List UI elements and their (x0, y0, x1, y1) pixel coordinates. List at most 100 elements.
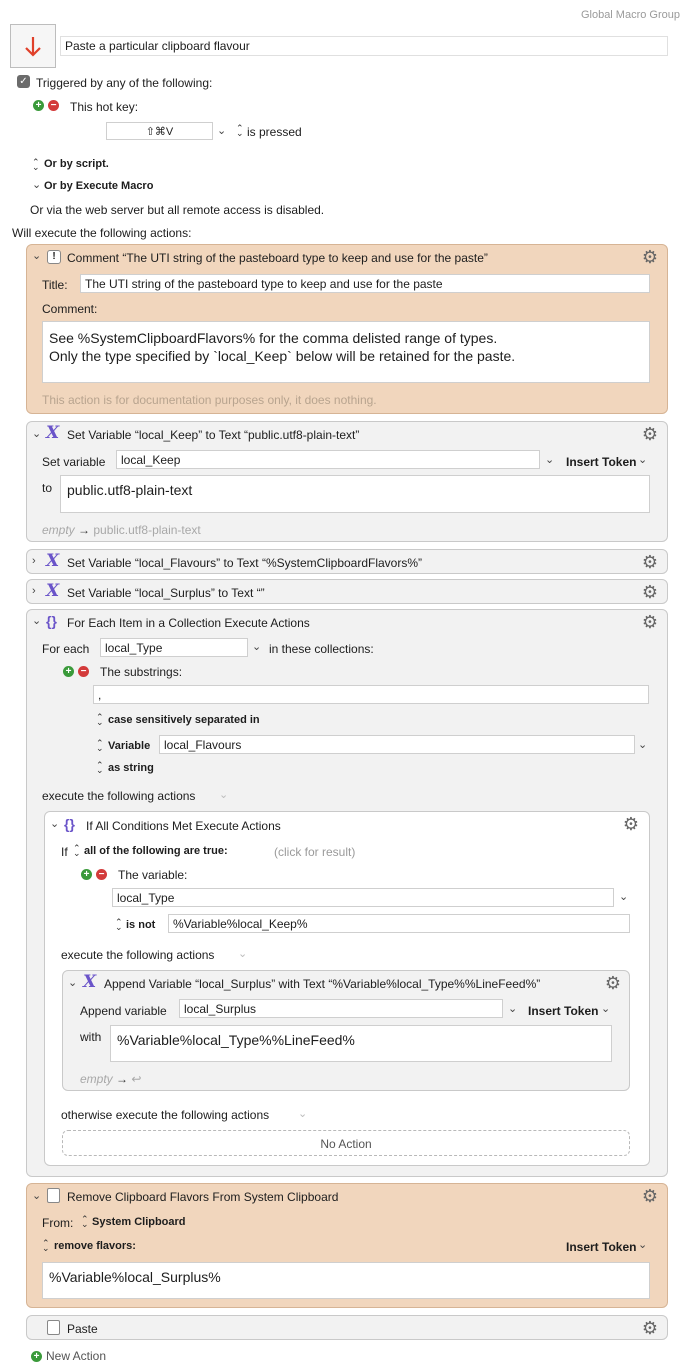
set-keep-gear-icon[interactable]: ⚙ (641, 425, 659, 443)
remove-from-value[interactable]: System Clipboard (92, 1216, 186, 1228)
comment-label: Comment: (42, 302, 98, 316)
condition-compare-field[interactable]: %Variable%local_Keep% (168, 914, 630, 933)
set-keep-to-label: to (42, 481, 53, 495)
macro-name-field[interactable]: Paste a particular clipboard flavour (60, 36, 668, 56)
hotkey-state-label[interactable]: is pressed (247, 125, 302, 139)
as-string-stepper-icon[interactable]: ⌃ ⌄ (96, 761, 104, 775)
if-gear-icon[interactable]: ⚙ (622, 815, 640, 833)
append-variable-field[interactable]: local_Surplus (179, 999, 503, 1018)
remove-collapse-chevron-icon[interactable]: ⌄ (32, 1189, 41, 1202)
as-string-label[interactable]: as string (108, 762, 154, 774)
append-gear-icon[interactable]: ⚙ (604, 974, 622, 992)
remove-gear-icon[interactable]: ⚙ (641, 1187, 659, 1205)
append-insert-token-chevron-icon[interactable]: ⌄ (601, 1002, 610, 1015)
append-preview: empty → ↩ (80, 1072, 141, 1086)
set-variable-label: Set variable (42, 455, 106, 469)
remove-flavors-stepper-icon[interactable]: ⌃ ⌄ (42, 1239, 50, 1253)
remove-flavors-label[interactable]: remove flavors: (54, 1240, 136, 1252)
comment-text-area[interactable]: See %SystemClipboardFlavors% for the com… (42, 321, 650, 383)
remove-flavors-value-area[interactable]: %Variable%local_Surplus% (42, 1262, 650, 1299)
add-trigger-icon[interactable]: + (33, 100, 44, 111)
comment-collapse-chevron-icon[interactable]: ⌄ (32, 249, 41, 262)
otherwise-chevron-icon[interactable]: ⌄ (298, 1107, 307, 1120)
by-script-stepper-icon[interactable]: ⌃ ⌄ (32, 158, 40, 172)
append-preview-arrow: → (116, 1072, 129, 1086)
append-variable-chevron-icon[interactable]: ⌄ (508, 1002, 517, 1015)
new-action-button[interactable]: New Action (46, 1349, 106, 1363)
hotkey-field[interactable]: ⇧⌘V (106, 122, 213, 140)
comment-footer-note: This action is for documentation purpose… (42, 393, 377, 407)
set-keep-collapse-chevron-icon[interactable]: ⌄ (32, 427, 41, 440)
set-flavours-expand-chevron-icon[interactable]: › (32, 555, 36, 567)
if-title: If All Conditions Met Execute Actions (86, 819, 281, 833)
set-keep-insert-token[interactable]: Insert Token (566, 455, 636, 469)
new-action-plus-icon[interactable]: + (31, 1351, 42, 1362)
remove-from-label: From: (42, 1216, 74, 1230)
add-collection-icon[interactable]: + (63, 666, 74, 677)
variable-type-label[interactable]: Variable (108, 740, 150, 752)
set-surplus-gear-icon[interactable]: ⚙ (641, 583, 659, 601)
condition-op-label[interactable]: is not (126, 919, 155, 931)
comment-line-2: Only the type specified by `local_Keep` … (49, 348, 516, 364)
remove-trigger-icon[interactable]: − (48, 100, 59, 111)
remove-condition-icon[interactable]: − (96, 869, 107, 880)
braces-icon: {} (64, 816, 75, 832)
for-each-variable-chevron-icon[interactable]: ⌄ (252, 640, 261, 653)
for-each-execute-chevron-icon[interactable]: ⌄ (219, 788, 228, 801)
hotkey-chevron-icon[interactable]: ⌄ (217, 124, 226, 137)
paste-gear-icon[interactable]: ⚙ (641, 1319, 659, 1337)
for-each-variable-field[interactable]: local_Type (100, 638, 248, 657)
condition-variable-chevron-icon[interactable]: ⌄ (619, 890, 628, 903)
for-each-title: For Each Item in a Collection Execute Ac… (67, 616, 310, 630)
paste-title: Paste (67, 1322, 98, 1336)
for-each-gear-icon[interactable]: ⚙ (641, 613, 659, 631)
separator-field[interactable]: , (93, 685, 649, 704)
no-action-label: No Action (320, 1137, 372, 1151)
by-script-label[interactable]: Or by script. (44, 158, 109, 170)
append-with-label: with (80, 1030, 102, 1044)
down-arrow-icon (25, 37, 41, 57)
condition-variable-field[interactable]: local_Type (112, 888, 614, 907)
comment-title-field[interactable]: The UTI string of the pasteboard type to… (80, 274, 650, 293)
case-label[interactable]: case sensitively separated in (108, 714, 260, 726)
set-keep-insert-token-chevron-icon[interactable]: ⌄ (638, 453, 647, 466)
by-execute-label[interactable]: Or by Execute Macro (44, 180, 153, 192)
comment-gear-icon[interactable]: ⚙ (641, 248, 659, 266)
comment-icon: ! (47, 250, 61, 264)
set-surplus-expand-chevron-icon[interactable]: › (32, 585, 36, 597)
hotkey-state-stepper-icon[interactable]: ⌃ ⌄ (236, 124, 244, 138)
for-each-collapse-chevron-icon[interactable]: ⌄ (32, 614, 41, 627)
set-flavours-gear-icon[interactable]: ⚙ (641, 553, 659, 571)
if-mode-label[interactable]: all of the following are true: (84, 845, 228, 857)
append-variable-label: Append variable (80, 1004, 167, 1018)
set-keep-variable-chevron-icon[interactable]: ⌄ (545, 453, 554, 466)
collection-variable-field[interactable]: local_Flavours (159, 735, 635, 754)
if-execute-chevron-icon[interactable]: ⌄ (238, 947, 247, 960)
by-execute-chevron-icon[interactable]: ⌄ (32, 178, 41, 191)
add-condition-icon[interactable]: + (81, 869, 92, 880)
case-stepper-icon[interactable]: ⌃ ⌄ (96, 713, 104, 727)
append-collapse-chevron-icon[interactable]: ⌄ (68, 976, 77, 989)
remove-from-stepper-icon[interactable]: ⌃ ⌄ (81, 1215, 89, 1229)
if-mode-stepper-icon[interactable]: ⌃ ⌄ (73, 844, 81, 858)
remove-insert-token[interactable]: Insert Token (566, 1240, 636, 1254)
triggered-checkbox[interactable]: ✓ (17, 75, 30, 88)
paste-action[interactable] (26, 1315, 668, 1340)
condition-op-stepper-icon[interactable]: ⌃ ⌄ (115, 918, 123, 932)
if-label: If (61, 845, 68, 859)
if-collapse-chevron-icon[interactable]: ⌄ (50, 817, 59, 830)
for-each-label: For each (42, 642, 90, 656)
for-each-execute-label: execute the following actions (42, 789, 196, 803)
remove-collection-icon[interactable]: − (78, 666, 89, 677)
macro-icon-well[interactable] (10, 24, 56, 68)
otherwise-label: otherwise execute the following actions (61, 1108, 270, 1122)
click-for-result[interactable]: (click for result) (274, 845, 355, 859)
set-keep-variable-field[interactable]: local_Keep (116, 450, 540, 469)
remove-insert-token-chevron-icon[interactable]: ⌄ (638, 1238, 647, 1251)
variable-type-stepper-icon[interactable]: ⌃ ⌄ (96, 739, 104, 753)
append-insert-token[interactable]: Insert Token (528, 1004, 598, 1018)
collection-variable-chevron-icon[interactable]: ⌄ (638, 738, 647, 751)
append-value-area[interactable]: %Variable%local_Type%%LineFeed% (110, 1025, 612, 1062)
set-keep-value-area[interactable]: public.utf8-plain-text (60, 475, 650, 513)
triggered-label: Triggered by any of the following: (36, 76, 213, 90)
